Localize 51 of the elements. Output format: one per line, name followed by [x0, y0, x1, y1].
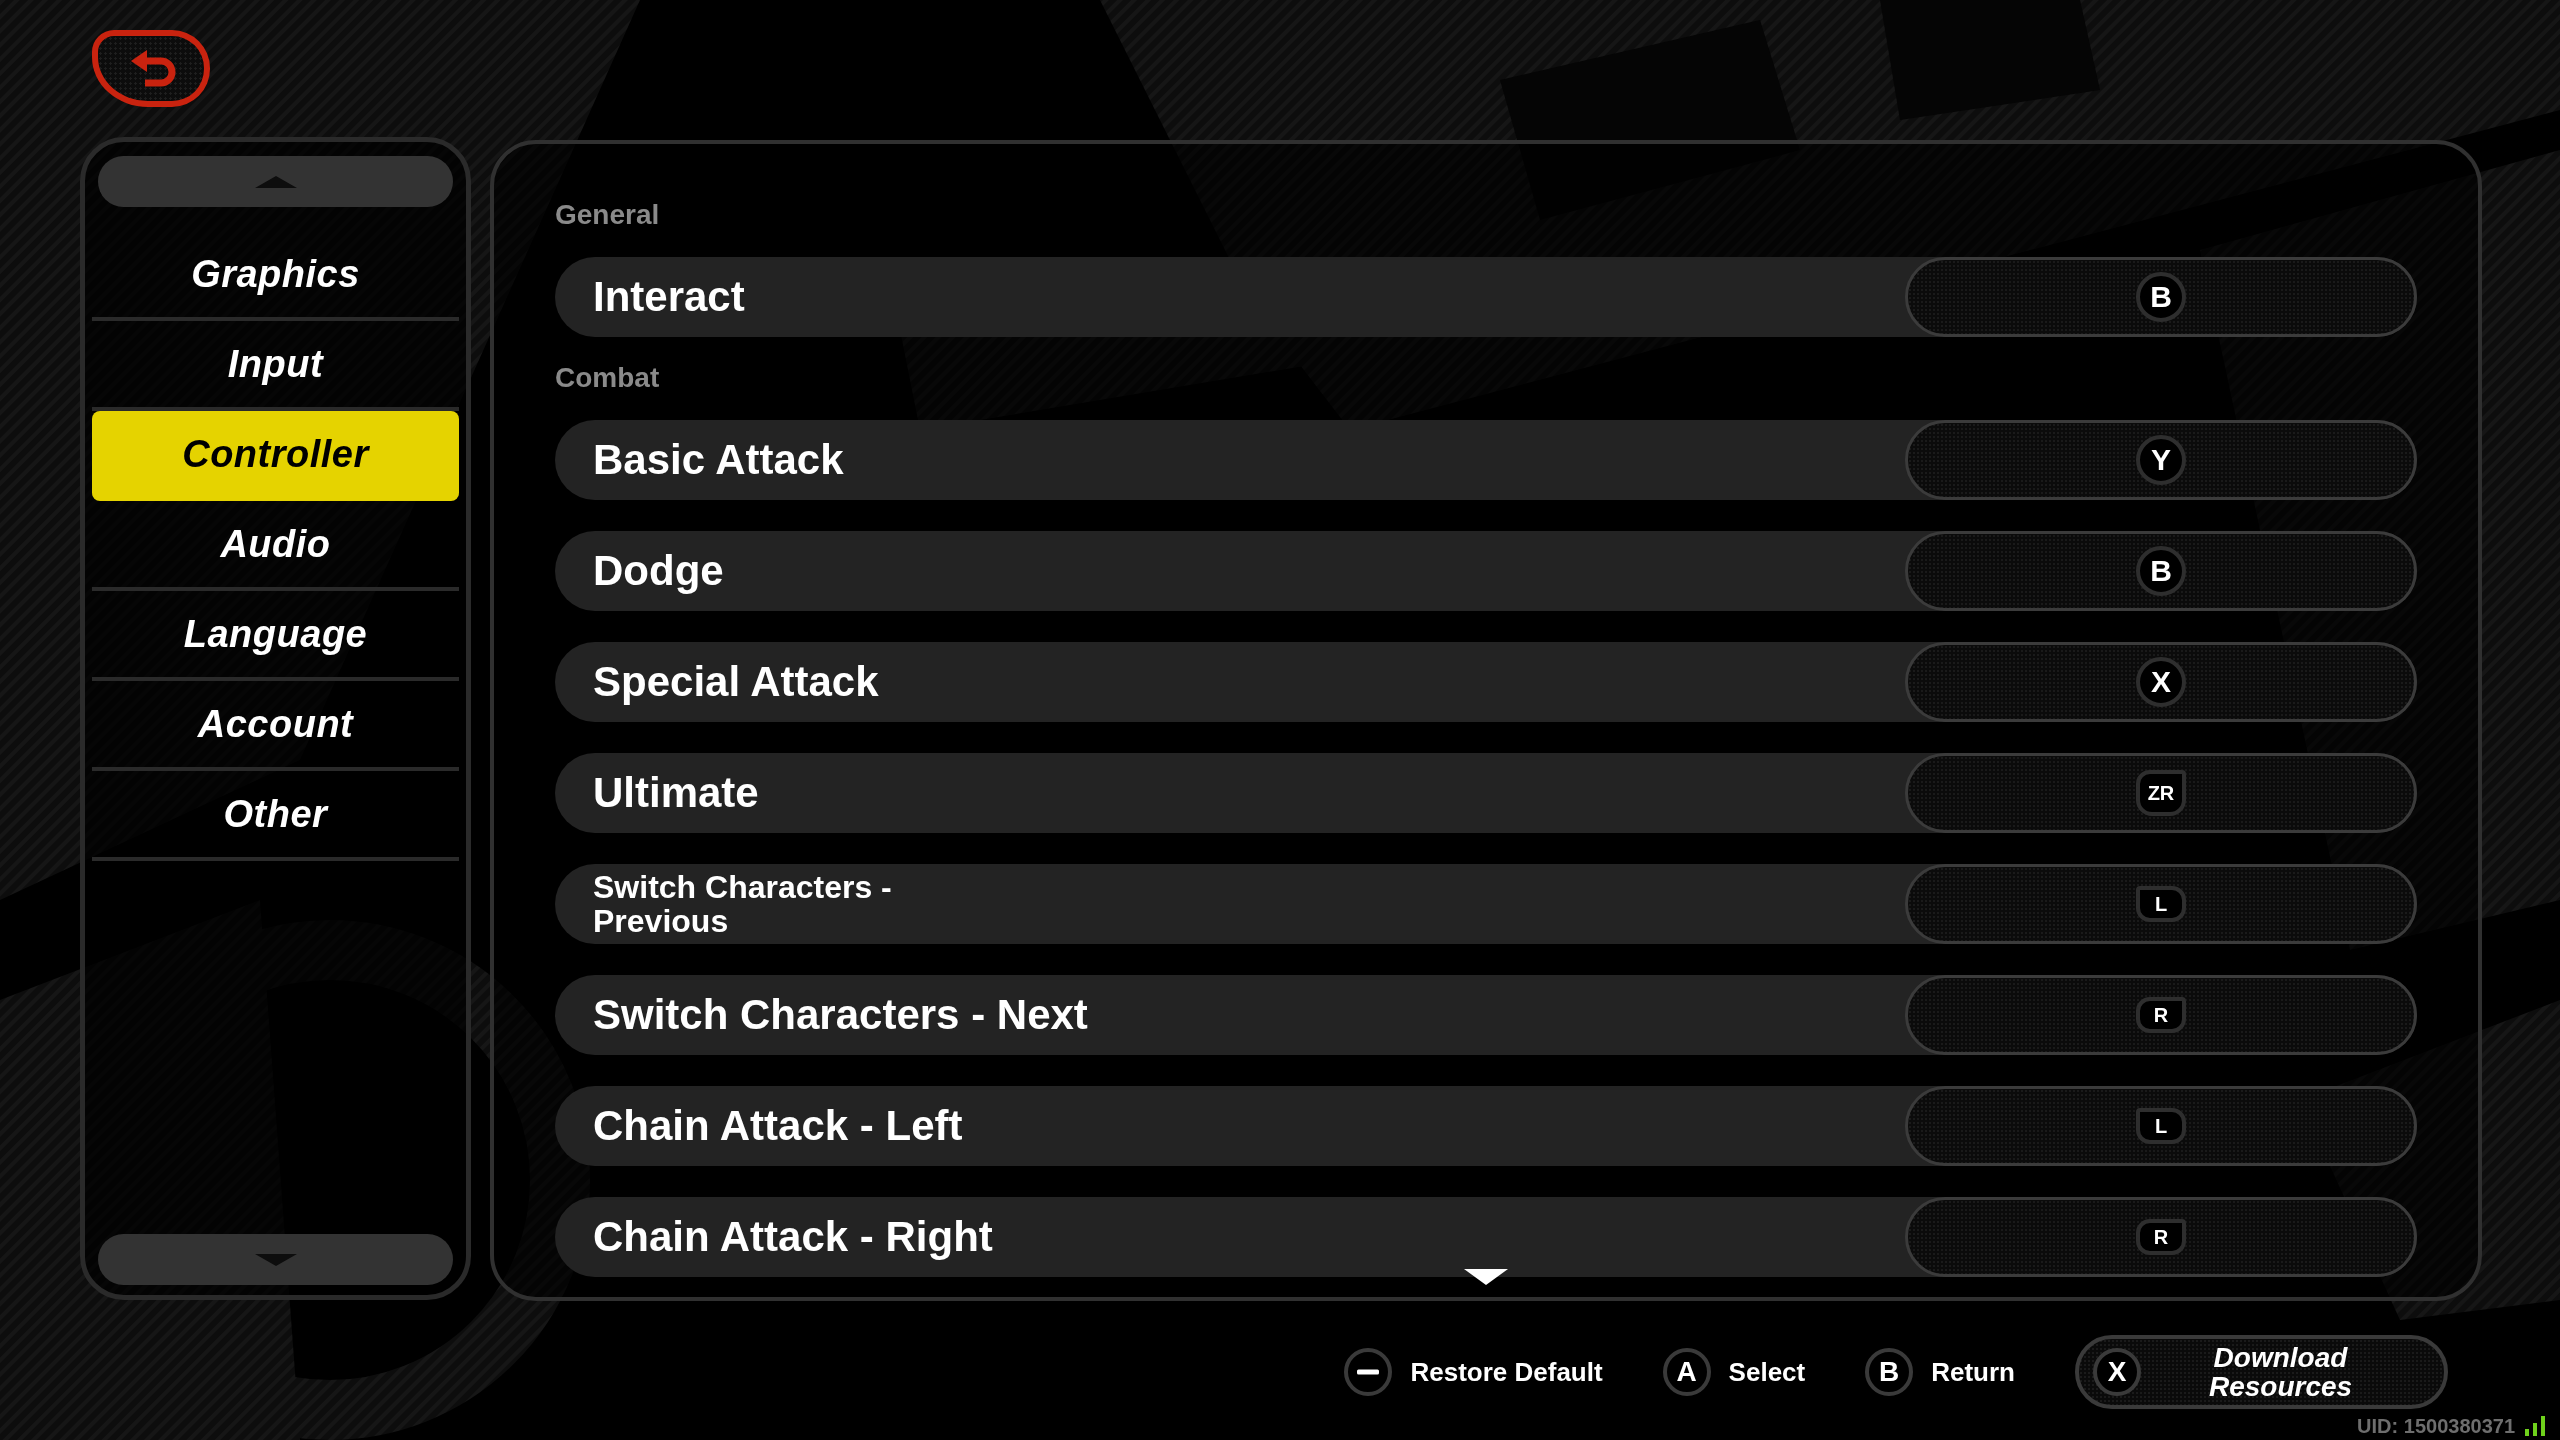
minus-icon: [1344, 1348, 1393, 1396]
caret-up-icon: [254, 175, 297, 188]
action-label: Dodge: [593, 547, 724, 595]
key-glyph: R: [2136, 997, 2186, 1033]
caret-down-icon: [1464, 1269, 1508, 1285]
sidebar-item[interactable]: Audio: [92, 501, 459, 591]
action-label: Special Attack: [593, 658, 879, 706]
binding-slot[interactable]: X: [1905, 642, 2417, 722]
key-glyph: B: [1865, 1348, 1914, 1396]
binding-slot[interactable]: L: [1905, 1086, 2417, 1166]
uid-label: UID: 1500380371: [2357, 1414, 2515, 1438]
action-label: Chain Attack - Left: [593, 1102, 963, 1150]
key-glyph: R: [2136, 1219, 2186, 1255]
binding-slot[interactable]: Y: [1905, 420, 2417, 500]
back-icon: [131, 48, 177, 89]
key-glyph: X: [2136, 657, 2186, 707]
sidebar-item[interactable]: Graphics: [92, 231, 459, 321]
action-label: Switch Characters - Previous: [593, 870, 893, 938]
key-glyph: Y: [2136, 435, 2186, 485]
binding-slot[interactable]: B: [1905, 531, 2417, 611]
action-label: Basic Attack: [593, 436, 844, 484]
action-label: Interact: [593, 273, 745, 321]
action-label: Ultimate: [593, 769, 759, 817]
binding-slot[interactable]: R: [1905, 1197, 2417, 1277]
section-heading: Combat: [555, 363, 660, 393]
sidebar-item[interactable]: Account: [92, 681, 459, 771]
signal-icon: [2525, 1416, 2545, 1436]
caret-down-icon: [254, 1253, 297, 1266]
hint-button[interactable]: A Select: [1662, 1348, 1806, 1396]
binding-slot[interactable]: ZR: [1905, 753, 2417, 833]
binding-slot[interactable]: B: [1905, 257, 2417, 337]
binding-slot[interactable]: R: [1905, 975, 2417, 1055]
hint-button[interactable]: B Return: [1865, 1348, 2015, 1396]
scroll-up-button[interactable]: [98, 156, 453, 207]
binding-slot[interactable]: L: [1905, 864, 2417, 944]
key-glyph: B: [2136, 272, 2186, 322]
key-glyph: B: [2136, 546, 2186, 596]
sidebar-item[interactable]: Language: [92, 591, 459, 681]
key-glyph: X: [2093, 1348, 2141, 1396]
action-label: Switch Characters - Next: [593, 991, 1088, 1039]
action-label: Chain Attack - Right: [593, 1213, 993, 1261]
key-glyph: L: [2136, 1108, 2186, 1144]
hint-button[interactable]: Restore Default: [1344, 1348, 1603, 1396]
key-glyph: A: [1662, 1348, 1711, 1396]
key-glyph: L: [2136, 886, 2186, 922]
scroll-down-button[interactable]: [98, 1234, 453, 1285]
download-button[interactable]: X Download Resources: [2075, 1335, 2448, 1409]
key-glyph: ZR: [2136, 770, 2186, 816]
sidebar-item[interactable]: Controller: [92, 411, 459, 501]
section-heading: General: [555, 200, 660, 230]
sidebar-item[interactable]: Other: [92, 771, 459, 861]
